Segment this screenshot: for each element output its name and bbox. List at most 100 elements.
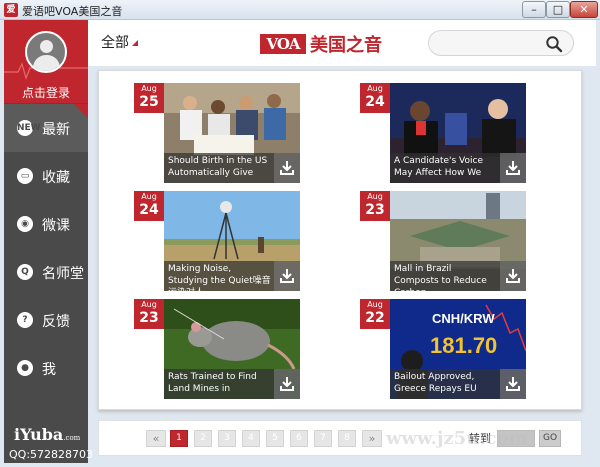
date-day: 24: [365, 94, 385, 110]
sidebar-item-label: 反馈: [42, 314, 70, 330]
sidebar-item-latest[interactable]: NEW 最新: [4, 104, 88, 152]
article-title[interactable]: Rats Trained to Find Land Mines in: [168, 371, 272, 395]
new-icon: NEW: [17, 120, 41, 136]
article-title[interactable]: Bailout Approved, Greece Repays EU: [394, 371, 498, 395]
category-dropdown[interactable]: 全部: [101, 32, 129, 52]
next-page-button[interactable]: »: [362, 430, 382, 447]
search-input[interactable]: [437, 35, 537, 51]
sidebar-item-label: 微课: [42, 218, 70, 234]
window-title: 爱语吧VOA美国之音: [22, 5, 123, 18]
date-badge: Aug 24: [360, 83, 390, 113]
sidebar-item-collection[interactable]: ▭ 收藏: [4, 152, 88, 200]
article-caption: A Candidate's Voice May Affect How We: [390, 153, 526, 183]
article-title[interactable]: Making Noise, Studying the Quiet噪音污染对人: [168, 263, 272, 291]
go-button[interactable]: GO: [539, 430, 561, 447]
ticker-label: CNH/KRW: [432, 311, 495, 326]
article-caption: Rats Trained to Find Land Mines in: [164, 369, 300, 399]
download-button[interactable]: [274, 261, 300, 291]
download-button[interactable]: [500, 261, 526, 291]
date-day: 24: [139, 202, 159, 218]
voa-logo: VOA: [260, 34, 306, 54]
page-button-3[interactable]: 3: [218, 430, 236, 447]
date-day: 22: [365, 310, 385, 326]
app-icon: 爱: [4, 3, 18, 17]
download-icon: [280, 377, 294, 391]
profile-panel[interactable]: 点击登录: [4, 20, 88, 103]
date-badge: Aug 22: [360, 299, 390, 329]
maximize-button[interactable]: □: [546, 1, 570, 18]
search-box[interactable]: [428, 30, 574, 56]
article-card[interactable]: Making Noise, Studying the Quiet噪音污染对人: [164, 191, 300, 291]
minimize-button[interactable]: –: [522, 1, 546, 18]
qq-contact: QQ:572828703: [9, 448, 94, 461]
sidebar-item-feedback[interactable]: ? 反馈: [4, 296, 88, 344]
prev-page-button[interactable]: «: [146, 430, 166, 447]
article-card[interactable]: Rats Trained to Find Land Mines in: [164, 299, 300, 399]
download-button[interactable]: [274, 369, 300, 399]
sidebar-item-me[interactable]: ● 我: [4, 344, 88, 392]
article-card[interactable]: CNH/KRW 181.70 Bailout Approved, Greece …: [390, 299, 526, 399]
article-card[interactable]: Should Birth in the US Automatically Giv…: [164, 83, 300, 183]
page-button-8[interactable]: 8: [338, 430, 356, 447]
article-card[interactable]: A Candidate's Voice May Affect How We: [390, 83, 526, 183]
article-grid: Should Birth in the US Automatically Giv…: [98, 70, 582, 410]
article-caption: Should Birth in the US Automatically Giv…: [164, 153, 300, 183]
download-icon: [506, 161, 520, 175]
user-icon: ●: [17, 360, 33, 376]
page-button-7[interactable]: 7: [314, 430, 332, 447]
article-caption: Mall in Brazil Composts to Reduce Carbon: [390, 261, 526, 291]
active-corner-marker: [74, 104, 88, 118]
avatar[interactable]: [25, 31, 67, 73]
close-button[interactable]: ✕: [570, 1, 598, 18]
date-day: 23: [139, 310, 159, 326]
page-button-2[interactable]: 2: [194, 430, 212, 447]
voa-logo-text: 美国之音: [310, 35, 382, 56]
download-button[interactable]: [274, 153, 300, 183]
date-month: Aug: [367, 300, 383, 309]
date-day: 25: [139, 94, 159, 110]
date-month: Aug: [367, 192, 383, 201]
window-titlebar: 爱 爱语吧VOA美国之音 – □ ✕: [0, 0, 600, 20]
sidebar-item-label: 收藏: [42, 170, 70, 186]
avatar-head: [40, 40, 53, 53]
header: 全部 VOA 美国之音: [88, 20, 596, 66]
login-link[interactable]: 点击登录: [4, 84, 88, 101]
search-icon[interactable]: [545, 35, 563, 53]
date-badge: Aug 25: [134, 83, 164, 113]
date-day: 23: [365, 202, 385, 218]
download-icon: [280, 269, 294, 283]
sidebar-item-label: 名师堂: [42, 266, 84, 282]
micro-course-icon: ◉: [17, 216, 33, 232]
sidebar: 点击登录 NEW 最新 ▭ 收藏 ◉ 微课 Q 名师堂 ? 反馈 ● 我 iYu…: [4, 20, 93, 463]
page-button-5[interactable]: 5: [266, 430, 284, 447]
sidebar-item-micro-course[interactable]: ◉ 微课: [4, 200, 88, 248]
brand-suffix: .com: [63, 434, 81, 442]
article-card[interactable]: Mall in Brazil Composts to Reduce Carbon: [390, 191, 526, 291]
page-button-1[interactable]: 1: [170, 430, 188, 447]
avatar-body: [33, 55, 60, 71]
download-icon: [506, 377, 520, 391]
watermark: www.jz5u.com: [386, 428, 528, 449]
download-icon: [280, 161, 294, 175]
article-title[interactable]: Mall in Brazil Composts to Reduce Carbon: [394, 263, 498, 291]
ticker-value: 181.70: [430, 333, 497, 358]
article-title[interactable]: Should Birth in the US Automatically Giv…: [168, 155, 272, 179]
feedback-icon: ?: [17, 312, 33, 328]
page-button-4[interactable]: 4: [242, 430, 260, 447]
iyuba-logo: iYuba.com: [14, 425, 80, 444]
date-badge: Aug 23: [134, 299, 164, 329]
article-title[interactable]: A Candidate's Voice May Affect How We: [394, 155, 498, 179]
article-caption: Bailout Approved, Greece Repays EU: [390, 369, 526, 399]
date-month: Aug: [367, 84, 383, 93]
download-button[interactable]: [500, 369, 526, 399]
date-month: Aug: [141, 192, 157, 201]
download-icon: [506, 269, 520, 283]
teacher-icon: Q: [17, 264, 33, 280]
dropdown-arrow-icon[interactable]: [132, 40, 138, 46]
brand-name: iYuba: [14, 425, 64, 444]
page-button-6[interactable]: 6: [290, 430, 308, 447]
date-month: Aug: [141, 84, 157, 93]
sidebar-item-teacher[interactable]: Q 名师堂: [4, 248, 88, 296]
date-badge: Aug 24: [134, 191, 164, 221]
download-button[interactable]: [500, 153, 526, 183]
